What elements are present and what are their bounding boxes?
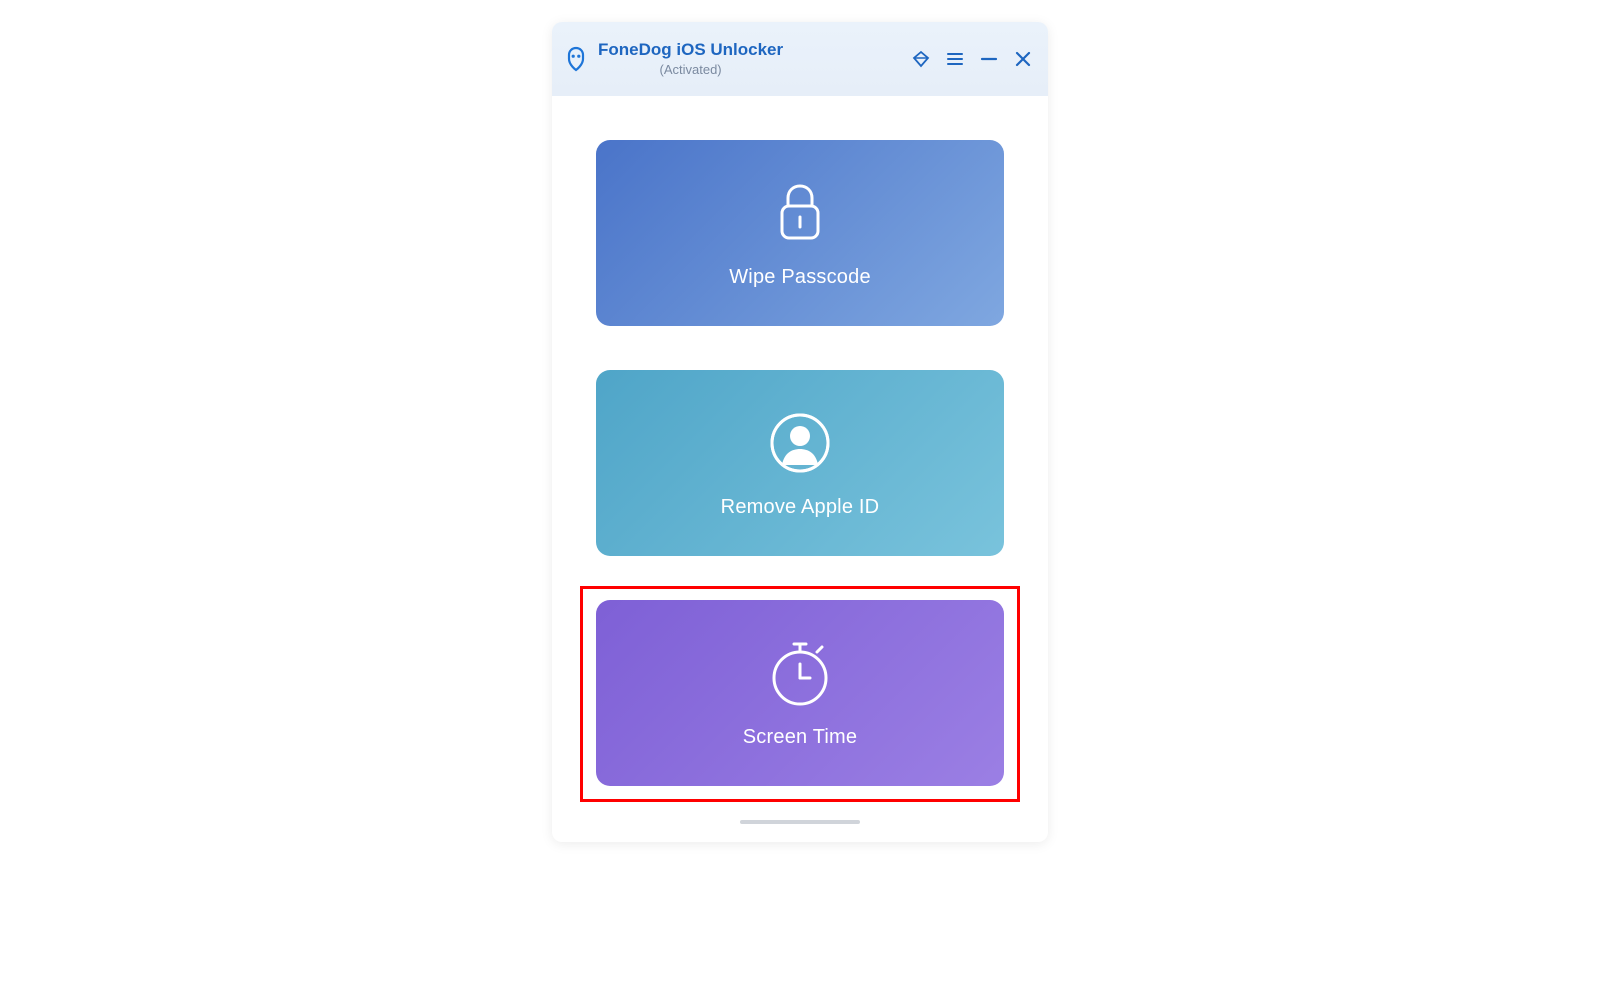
screen-time-card[interactable]: Screen Time [596, 600, 1004, 786]
titlebar-actions [910, 48, 1034, 70]
screen-time-highlight: Screen Time [580, 586, 1020, 802]
stopwatch-icon [768, 638, 832, 708]
window-handle [740, 820, 860, 824]
title-block: FoneDog iOS Unlocker (Activated) [598, 39, 783, 79]
main-content: Wipe Passcode Remove Apple ID [552, 96, 1048, 786]
app-window: FoneDog iOS Unlocker (Activated) [552, 22, 1048, 842]
titlebar: FoneDog iOS Unlocker (Activated) [552, 22, 1048, 96]
wipe-passcode-label: Wipe Passcode [729, 266, 871, 289]
premium-icon[interactable] [910, 48, 932, 70]
app-logo-icon [562, 45, 590, 73]
lock-icon [770, 178, 830, 248]
person-icon [768, 408, 832, 478]
app-status: (Activated) [598, 62, 783, 79]
minimize-icon[interactable] [978, 48, 1000, 70]
remove-apple-id-card[interactable]: Remove Apple ID [596, 370, 1004, 556]
menu-icon[interactable] [944, 48, 966, 70]
remove-apple-id-label: Remove Apple ID [721, 496, 880, 519]
screen-time-label: Screen Time [743, 726, 857, 749]
wipe-passcode-card[interactable]: Wipe Passcode [596, 140, 1004, 326]
app-title: FoneDog iOS Unlocker [598, 39, 783, 61]
close-icon[interactable] [1012, 48, 1034, 70]
